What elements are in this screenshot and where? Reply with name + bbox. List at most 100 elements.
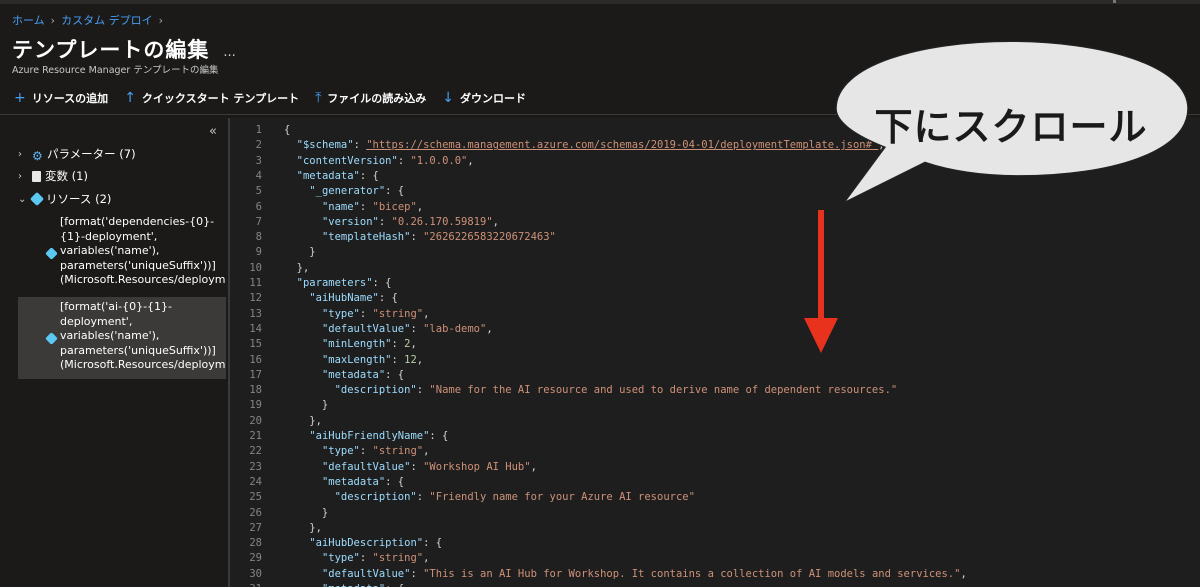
code-text: "$schema": "https://schema.management.az… xyxy=(284,138,885,153)
code-text: "defaultValue": "This is an AI Hub for W… xyxy=(284,567,967,582)
code-line[interactable]: 24 "metadata": { xyxy=(230,475,1200,490)
code-token: "metadata" xyxy=(322,583,385,587)
topbar-dot xyxy=(1113,0,1116,3)
code-line[interactable]: 29 "type": "string", xyxy=(230,551,1200,566)
code-text: "name": "bicep", xyxy=(284,200,423,215)
code-line[interactable]: 23 "defaultValue": "Workshop AI Hub", xyxy=(230,460,1200,475)
code-token: "aiHubFriendlyName" xyxy=(309,430,430,442)
code-token: 12 xyxy=(404,353,417,366)
code-token: "maxLength" xyxy=(321,353,392,366)
code-line[interactable]: 28 "aiHubDescription": { xyxy=(230,536,1200,551)
code-line[interactable]: 11 "parameters": { xyxy=(230,276,1200,291)
tree-item-resources[interactable]: ⌄ リソース (2) xyxy=(18,191,111,207)
more-options-button[interactable]: ... xyxy=(223,45,235,60)
line-number: 17 xyxy=(249,368,262,381)
code-text: "type": "string", xyxy=(284,307,430,322)
code-line[interactable]: 20 }, xyxy=(230,414,1200,429)
line-number: 18 xyxy=(249,384,262,397)
resource-line: deployment', xyxy=(60,314,133,328)
resource-item-dependencies[interactable]: [format('dependencies-{0}- {1}-deploymen… xyxy=(18,213,226,291)
code-line[interactable]: 14 "defaultValue": "lab-demo", xyxy=(230,322,1200,337)
code-line[interactable]: 7 "version": "0.26.170.59819", xyxy=(230,215,1200,230)
code-line[interactable]: 9 } xyxy=(230,245,1200,260)
code-token: "Friendly name for your Azure AI resourc… xyxy=(429,491,695,504)
code-text: "metadata": { xyxy=(284,169,379,184)
download-button[interactable]: ↓ ダウンロード xyxy=(442,90,526,106)
resource-line: variables('name'), xyxy=(60,244,160,258)
code-token: "$schema" xyxy=(296,139,354,152)
code-token: } xyxy=(284,246,316,259)
code-line[interactable]: 18 "description": "Name for the AI resou… xyxy=(230,383,1200,398)
resource-line: parameters('uniqueSuffix'))] xyxy=(60,258,216,272)
code-token: "defaultValue" xyxy=(321,567,411,580)
download-label: ダウンロード xyxy=(460,92,527,105)
breadcrumb-home[interactable]: ホーム xyxy=(12,12,45,28)
chevron-right-icon[interactable]: › xyxy=(18,171,28,182)
code-line[interactable]: 19 } xyxy=(230,398,1200,413)
collapse-panel-icon[interactable]: « xyxy=(209,124,217,139)
arrow-up-icon: ↑ xyxy=(124,90,136,106)
cube-icon xyxy=(45,332,58,345)
code-token: "metadata" xyxy=(321,368,386,381)
code-token: }, xyxy=(284,521,322,534)
code-text: { xyxy=(284,123,290,138)
line-number: 21 xyxy=(249,430,262,442)
line-number: 15 xyxy=(249,338,262,351)
code-token: : xyxy=(359,552,373,565)
code-text: "templateHash": "2626226583220672463" xyxy=(284,230,556,245)
tree-item-parameters[interactable]: › ⚙ パラメーター (7) xyxy=(18,146,136,163)
code-line[interactable]: 30 "defaultValue": "This is an AI Hub fo… xyxy=(230,567,1200,582)
resource-line: [format('ai-{0}-{1}- xyxy=(60,300,173,313)
quickstart-template-button[interactable]: ↑ クイックスタート テンプレート xyxy=(124,90,299,106)
code-line[interactable]: 26 } xyxy=(230,506,1200,521)
code-text: "contentVersion": "1.0.0.0", xyxy=(284,154,474,169)
line-number: 4 xyxy=(255,169,262,182)
breadcrumb-custom-deploy[interactable]: カスタム デプロイ xyxy=(61,12,153,28)
page-title-row: テンプレートの編集 ... xyxy=(12,34,236,64)
line-number: 2 xyxy=(255,139,262,152)
code-line[interactable]: 12 "aiHubName": { xyxy=(230,291,1200,306)
add-resource-button[interactable]: + リソースの追加 xyxy=(14,90,108,106)
code-line[interactable]: 13 "type": "string", xyxy=(230,307,1200,322)
code-line[interactable]: 16 "maxLength": 12, xyxy=(230,353,1200,368)
code-line[interactable]: 8 "templateHash": "2626226583220672463" xyxy=(230,230,1200,245)
code-token: : { xyxy=(385,185,405,198)
load-file-label: ファイルの読み込み xyxy=(327,92,427,105)
code-line[interactable]: 31 "metadata": { xyxy=(230,582,1200,587)
code-text: }, xyxy=(284,261,310,276)
code-token: "bicep" xyxy=(372,200,417,213)
line-number: 7 xyxy=(255,215,262,228)
chevron-down-icon[interactable]: ⌄ xyxy=(18,194,28,205)
resource-item-ai[interactable]: [format('ai-{0}-{1}- deployment', variab… xyxy=(18,297,226,379)
code-line[interactable]: 27 }, xyxy=(230,521,1200,536)
code-line[interactable]: 22 "type": "string", xyxy=(230,444,1200,459)
code-text: "description": "Friendly name for your A… xyxy=(284,490,695,505)
code-line[interactable]: 21 "aiHubFriendlyName": { xyxy=(230,429,1200,444)
top-bar xyxy=(0,0,1200,4)
template-outline-panel: « › ⚙ パラメーター (7) › 変数 (1) ⌄ リソース (2) [fo… xyxy=(0,118,228,587)
code-token: } xyxy=(284,506,329,519)
code-token: : xyxy=(359,200,373,213)
chevron-right-icon[interactable]: › xyxy=(18,149,28,160)
tree-item-variables[interactable]: › 変数 (1) xyxy=(18,168,88,184)
load-file-button[interactable]: ⤒ ファイルの読み込み xyxy=(315,90,426,106)
code-line[interactable]: 15 "minLength": 2, xyxy=(230,337,1200,352)
code-text: "aiHubDescription": { xyxy=(284,536,442,551)
code-token: , xyxy=(492,215,499,228)
code-line[interactable]: 17 "metadata": { xyxy=(230,368,1200,383)
cube-icon xyxy=(45,247,58,260)
code-line[interactable]: 25 "description": "Friendly name for you… xyxy=(230,490,1200,505)
line-number: 8 xyxy=(255,231,262,244)
line-number: 20 xyxy=(249,414,262,427)
code-line[interactable]: 10 }, xyxy=(230,261,1200,276)
